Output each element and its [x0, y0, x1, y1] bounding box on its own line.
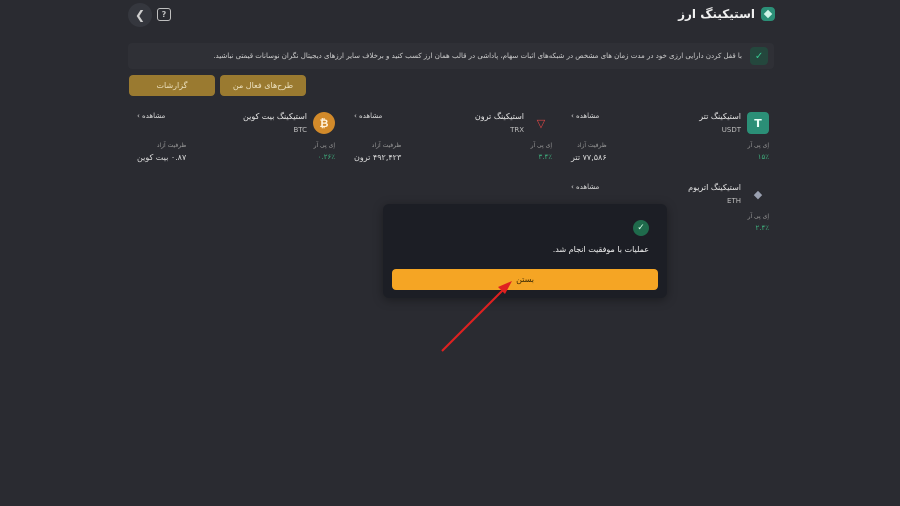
annotation-arrow-icon — [441, 281, 512, 352]
